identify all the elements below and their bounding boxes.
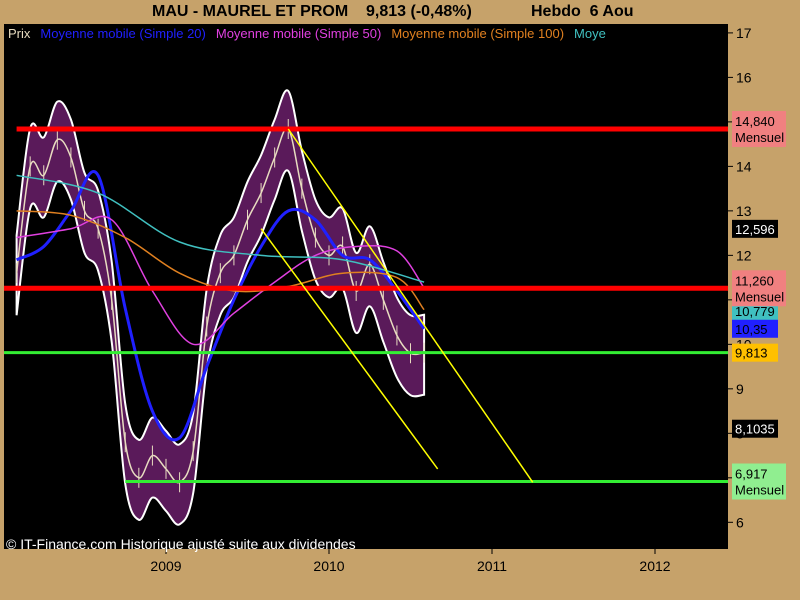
x-tick-label: 2009 <box>150 558 181 574</box>
level-value-label: 6,917 <box>735 467 768 482</box>
y-tick-label: 16 <box>736 69 752 85</box>
level-value-label: 11,260 <box>735 273 774 288</box>
stock-chart: Prix Moyenne mobile (Simple 20) Moyenne mo… <box>4 24 786 574</box>
y-tick-label: 13 <box>736 203 752 219</box>
legend-entry: Prix <box>8 26 31 41</box>
y-tick-label: 14 <box>736 158 752 174</box>
legend: Prix Moyenne mobile (Simple 20) Moyenne mo… <box>8 26 606 41</box>
level-period-label: Mensuel <box>735 483 784 498</box>
y-tick-label: 12 <box>736 247 752 263</box>
level-period-label: Mensuel <box>735 130 784 145</box>
copyright-note: © IT-Finance.com Historique ajusté suite… <box>6 536 356 552</box>
value-label: 8,1035 <box>735 422 775 437</box>
x-tick-label: 2011 <box>477 558 507 574</box>
legend-entry: Moyenne mobile (Simple 20) <box>40 26 205 41</box>
value-label: 12,596 <box>735 222 775 237</box>
y-tick-label: 6 <box>736 514 744 530</box>
legend-entry: Moyenne mobile (Simple 50) <box>216 26 381 41</box>
legend-entry: Moye <box>574 26 606 41</box>
x-tick-label: 2012 <box>639 558 670 574</box>
legend-entry: Moyenne mobile (Simple 100) <box>391 26 564 41</box>
y-tick-label: 9 <box>736 381 744 397</box>
level-value-label: 14,840 <box>735 114 775 129</box>
x-axis: 2009 2010 2011 2012 <box>150 549 671 574</box>
level-period-label: Mensuel <box>735 289 784 304</box>
y-tick-label: 17 <box>736 25 752 41</box>
value-label: 9,813 <box>735 346 768 361</box>
x-tick-label: 2010 <box>313 558 344 574</box>
value-label: 10,35 <box>735 322 768 337</box>
